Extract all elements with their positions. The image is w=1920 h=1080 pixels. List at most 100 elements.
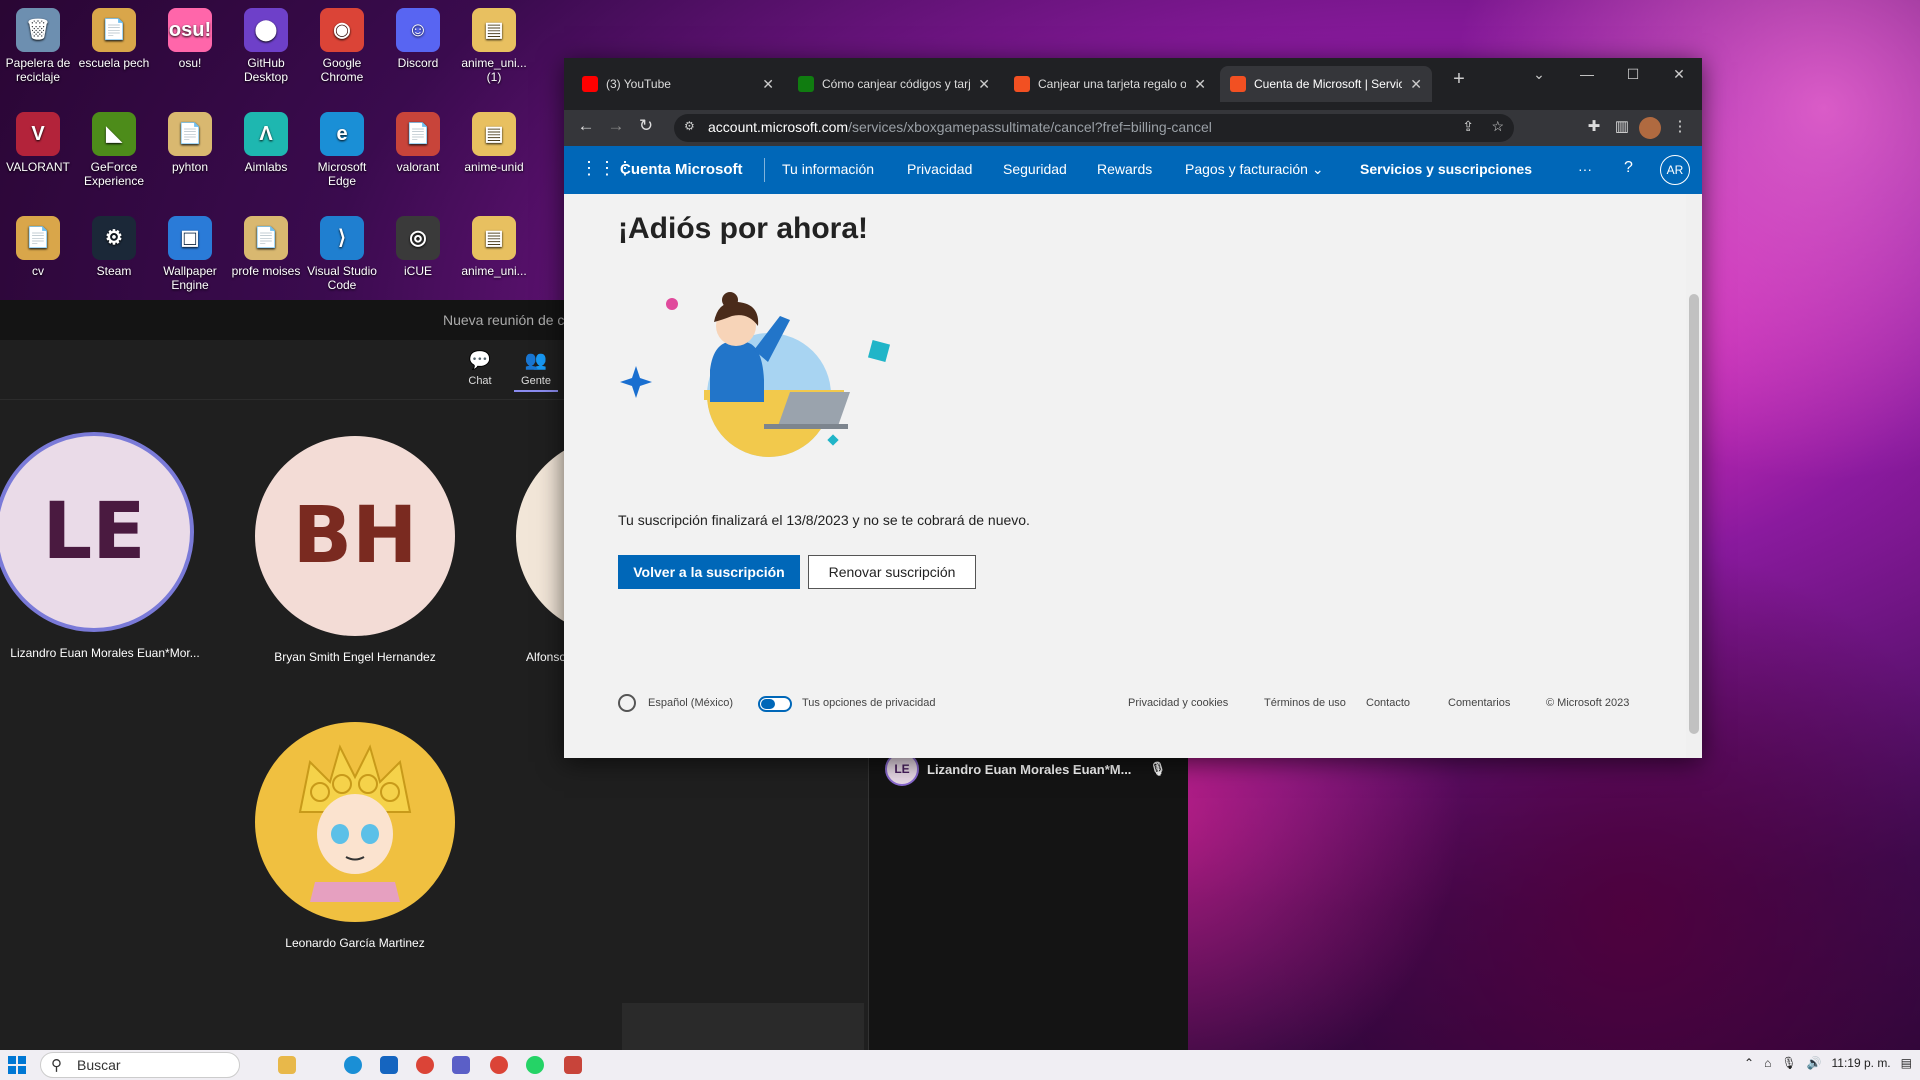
- close-tab-icon[interactable]: ✕: [762, 76, 774, 93]
- desktop-icon[interactable]: 🗑 Papelera de reciclaje: [2, 8, 74, 84]
- desktop-icon[interactable]: ▤ anime_uni...(1): [458, 8, 530, 84]
- maximize-button[interactable]: ☐: [1610, 66, 1656, 83]
- desktop-icon[interactable]: ⚙ Steam: [78, 216, 150, 278]
- nav-rewards[interactable]: Rewards: [1097, 161, 1152, 177]
- more-icon[interactable]: ···: [1578, 161, 1592, 177]
- menu-kebab-icon[interactable]: ⋮: [1668, 117, 1692, 135]
- renew-subscription-button[interactable]: Renovar suscripción: [808, 555, 976, 589]
- taskbar-search-input[interactable]: ⚲ Buscar: [40, 1052, 240, 1078]
- app-icon[interactable]: [564, 1056, 582, 1074]
- app-icon: 📄: [244, 216, 288, 260]
- scroll-thumb[interactable]: [1689, 294, 1699, 734]
- tab-search-icon[interactable]: ⌄: [1516, 66, 1562, 83]
- minimize-button[interactable]: —: [1564, 66, 1610, 82]
- clock[interactable]: 11:19 p. m.: [1832, 1056, 1891, 1070]
- chevron-up-icon[interactable]: ⌃: [1744, 1056, 1754, 1070]
- avatar[interactable]: AR: [1660, 155, 1690, 185]
- profile-avatar[interactable]: [1639, 117, 1661, 139]
- chrome-profile-icon[interactable]: [490, 1056, 508, 1074]
- nav-tu-informacion[interactable]: Tu información: [782, 161, 874, 177]
- language-selector[interactable]: Español (México): [648, 697, 733, 709]
- desktop-icon[interactable]: ▣ Wallpaper Engine: [154, 216, 226, 292]
- tab-microsoft-account[interactable]: Cuenta de Microsoft | Servic ✕: [1220, 66, 1432, 102]
- desktop-icon[interactable]: V VALORANT: [2, 112, 74, 174]
- file-explorer-icon[interactable]: [278, 1056, 296, 1074]
- desktop-icon[interactable]: 📄 valorant: [382, 112, 454, 174]
- whatsapp-icon[interactable]: [526, 1056, 544, 1074]
- desktop-icon[interactable]: ▤ anime_uni...: [458, 216, 530, 278]
- nav-privacidad[interactable]: Privacidad: [907, 161, 972, 177]
- new-tab-button[interactable]: +: [1436, 68, 1482, 91]
- desktop-icon-label: Papelera de reciclaje: [5, 56, 71, 84]
- page-scrollbar[interactable]: [1686, 194, 1702, 758]
- copyright: © Microsoft 2023: [1546, 697, 1630, 709]
- close-window-button[interactable]: ✕: [1656, 66, 1702, 83]
- teams-icon[interactable]: [452, 1056, 470, 1074]
- desktop-icon[interactable]: ⬤ GitHub Desktop: [230, 8, 302, 84]
- microsoft-icon: [1230, 76, 1246, 92]
- extensions-icon[interactable]: ✚: [1582, 117, 1606, 135]
- participant-tile[interactable]: Leonardo García Martinez: [255, 722, 455, 950]
- chrome-icon[interactable]: [416, 1056, 434, 1074]
- help-icon[interactable]: ?: [1624, 159, 1633, 177]
- participant-tile[interactable]: BH Bryan Smith Engel Hernandez: [255, 436, 455, 664]
- close-tab-icon[interactable]: ✕: [1410, 76, 1422, 93]
- people-button[interactable]: 👥 Gente: [514, 350, 558, 392]
- share-icon[interactable]: ⇪: [1462, 118, 1474, 135]
- back-to-subscription-button[interactable]: Volver a la suscripción: [618, 555, 800, 589]
- desktop-icon[interactable]: ⟩ Visual Studio Code: [306, 216, 378, 292]
- desktop-icon[interactable]: ▤ anime-unid: [458, 112, 530, 174]
- desktop-icon[interactable]: Λ Aimlabs: [230, 112, 302, 174]
- microsoft-icon: [1014, 76, 1030, 92]
- network-icon[interactable]: ⌂: [1764, 1056, 1771, 1070]
- privacy-choices-link[interactable]: Tus opciones de privacidad: [802, 697, 936, 709]
- back-icon[interactable]: ←: [574, 116, 598, 136]
- reload-icon[interactable]: ↻: [634, 116, 658, 136]
- close-tab-icon[interactable]: ✕: [978, 76, 990, 93]
- close-tab-icon[interactable]: ✕: [1194, 76, 1206, 93]
- participant-initials: BH: [292, 491, 418, 581]
- desktop-icon[interactable]: ◎ iCUE: [382, 216, 454, 278]
- desktop-icon[interactable]: 📄 pyhton: [154, 112, 226, 174]
- tab-redeem-gift[interactable]: Canjear una tarjeta regalo o ✕: [1004, 66, 1216, 102]
- notifications-icon[interactable]: ▤: [1901, 1056, 1912, 1070]
- forward-icon[interactable]: →: [604, 116, 628, 136]
- desktop-icon[interactable]: ☺ Discord: [382, 8, 454, 70]
- privacy-cookies-link[interactable]: Privacidad y cookies: [1128, 697, 1228, 709]
- nav-servicios[interactable]: Servicios y suscripciones: [1360, 161, 1532, 177]
- bookmark-star-icon[interactable]: ☆: [1491, 118, 1504, 135]
- participant-name: Lizandro Euan Morales Euan*Mor...: [10, 646, 200, 660]
- contact-link[interactable]: Contacto: [1366, 697, 1410, 709]
- windows-start-icon[interactable]: [8, 1056, 26, 1074]
- address-bar[interactable]: ⚙ account.microsoft.com/services/xboxgam…: [674, 114, 1514, 142]
- site-info-icon[interactable]: ⚙: [684, 119, 695, 133]
- participant-tile[interactable]: LE Lizandro Euan Morales Euan*Mor...: [0, 432, 200, 660]
- tab-xbox-codes[interactable]: Cómo canjear códigos y tarj ✕: [788, 66, 1000, 102]
- desktop-icon[interactable]: ◣ GeForce Experience: [78, 112, 150, 188]
- microphone-icon[interactable]: 🎙: [1781, 1056, 1796, 1070]
- desktop-icon-label: Discord: [397, 56, 439, 70]
- side-panel-icon[interactable]: ▥: [1610, 117, 1634, 135]
- edge-icon[interactable]: [344, 1056, 362, 1074]
- desktop-icon-label: VALORANT: [6, 160, 70, 174]
- chat-button[interactable]: 💬 Chat: [458, 350, 502, 387]
- desktop-icon[interactable]: 📄 cv: [2, 216, 74, 278]
- nav-pagos[interactable]: Pagos y facturación ⌄: [1185, 161, 1324, 178]
- app-icon: 📄: [16, 216, 60, 260]
- desktop-icon[interactable]: 📄 escuela pech: [78, 8, 150, 70]
- desktop-icon[interactable]: ◉ Google Chrome: [306, 8, 378, 84]
- desktop-icon[interactable]: e Microsoft Edge: [306, 112, 378, 188]
- feedback-link[interactable]: Comentarios: [1448, 697, 1510, 709]
- participant-avatar: LE: [0, 432, 194, 632]
- desktop-icon[interactable]: 📄 profe moises: [230, 216, 302, 278]
- terms-link[interactable]: Términos de uso: [1264, 697, 1346, 709]
- brand-link[interactable]: Cuenta Microsoft: [620, 161, 743, 178]
- nav-seguridad[interactable]: Seguridad: [1003, 161, 1067, 177]
- desktop-icon[interactable]: osu! osu!: [154, 8, 226, 70]
- url-host: account.microsoft.com: [708, 119, 849, 135]
- volume-icon[interactable]: 🔊: [1807, 1056, 1822, 1070]
- app-icon: 📄: [92, 8, 136, 52]
- xbox-icon: [798, 76, 814, 92]
- tab-youtube[interactable]: (3) YouTube ✕: [572, 66, 784, 102]
- mail-icon[interactable]: [380, 1056, 398, 1074]
